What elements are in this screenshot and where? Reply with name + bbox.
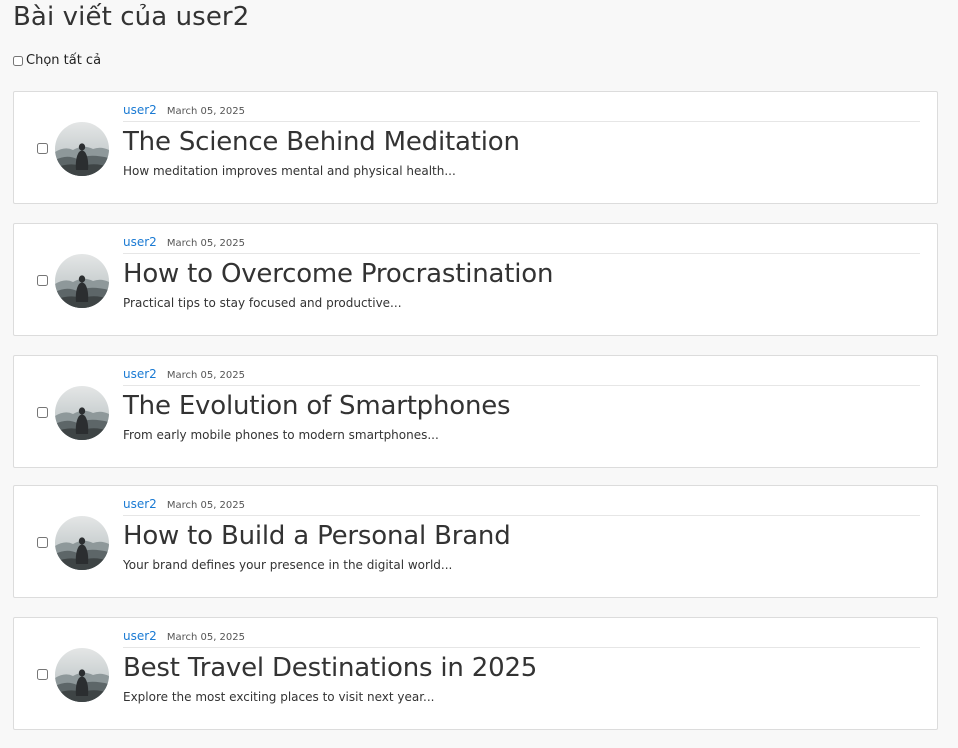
page-title: Bài viết của user2 — [13, 2, 250, 32]
post-card: user2 March 05, 2025 How to Overcome Pro… — [13, 223, 938, 336]
post-card: user2 March 05, 2025 Best Travel Destina… — [13, 617, 938, 730]
post-excerpt: Explore the most exciting places to visi… — [123, 690, 435, 704]
select-all-label: Chọn tất cả — [26, 53, 102, 68]
post-meta: user2 March 05, 2025 — [123, 235, 920, 254]
post-checkbox[interactable] — [37, 669, 48, 680]
post-checkbox[interactable] — [37, 143, 48, 154]
post-excerpt: How meditation improves mental and physi… — [123, 164, 456, 178]
post-meta: user2 March 05, 2025 — [123, 629, 920, 648]
avatar-image — [55, 386, 109, 440]
post-title[interactable]: How to Build a Personal Brand — [123, 519, 920, 553]
post-title[interactable]: How to Overcome Procrastination — [123, 257, 920, 291]
author-link[interactable]: user2 — [123, 497, 157, 511]
select-all[interactable]: Chọn tất cả — [13, 53, 101, 68]
post-date: March 05, 2025 — [166, 632, 246, 643]
post-date: March 05, 2025 — [166, 238, 246, 249]
avatar-image — [55, 648, 109, 702]
page: Bài viết của user2 Chọn tất cả user2 Mar… — [0, 0, 958, 748]
avatar — [55, 516, 109, 570]
post-title[interactable]: The Evolution of Smartphones — [123, 389, 920, 423]
post-title[interactable]: The Science Behind Meditation — [123, 125, 920, 159]
post-date: March 05, 2025 — [166, 500, 246, 511]
post-body: user2 March 05, 2025 How to Build a Pers… — [123, 497, 920, 572]
avatar-image — [55, 516, 109, 570]
author-link[interactable]: user2 — [123, 103, 157, 117]
post-excerpt: Your brand defines your presence in the … — [123, 558, 453, 572]
avatar-image — [55, 122, 109, 176]
post-card: user2 March 05, 2025 The Science Behind … — [13, 91, 938, 204]
avatar — [55, 254, 109, 308]
post-body: user2 March 05, 2025 The Evolution of Sm… — [123, 367, 920, 442]
author-link[interactable]: user2 — [123, 367, 157, 381]
post-checkbox[interactable] — [37, 275, 48, 286]
post-date: March 05, 2025 — [166, 106, 246, 117]
post-list: user2 March 05, 2025 The Science Behind … — [13, 91, 938, 748]
avatar — [55, 648, 109, 702]
post-meta: user2 March 05, 2025 — [123, 103, 920, 122]
post-card: user2 March 05, 2025 The Evolution of Sm… — [13, 355, 938, 468]
avatar — [55, 386, 109, 440]
author-link[interactable]: user2 — [123, 235, 157, 249]
post-excerpt: From early mobile phones to modern smart… — [123, 428, 439, 442]
post-body: user2 March 05, 2025 How to Overcome Pro… — [123, 235, 920, 310]
post-body: user2 March 05, 2025 Best Travel Destina… — [123, 629, 920, 704]
post-meta: user2 March 05, 2025 — [123, 367, 920, 386]
post-checkbox[interactable] — [37, 537, 48, 548]
author-link[interactable]: user2 — [123, 629, 157, 643]
avatar-image — [55, 254, 109, 308]
post-body: user2 March 05, 2025 The Science Behind … — [123, 103, 920, 178]
post-date: March 05, 2025 — [166, 370, 246, 381]
avatar — [55, 122, 109, 176]
post-card: user2 March 05, 2025 How to Build a Pers… — [13, 485, 938, 598]
select-all-checkbox[interactable] — [13, 55, 23, 66]
post-checkbox[interactable] — [37, 407, 48, 418]
post-title[interactable]: Best Travel Destinations in 2025 — [123, 651, 920, 685]
post-meta: user2 March 05, 2025 — [123, 497, 920, 516]
post-excerpt: Practical tips to stay focused and produ… — [123, 296, 402, 310]
